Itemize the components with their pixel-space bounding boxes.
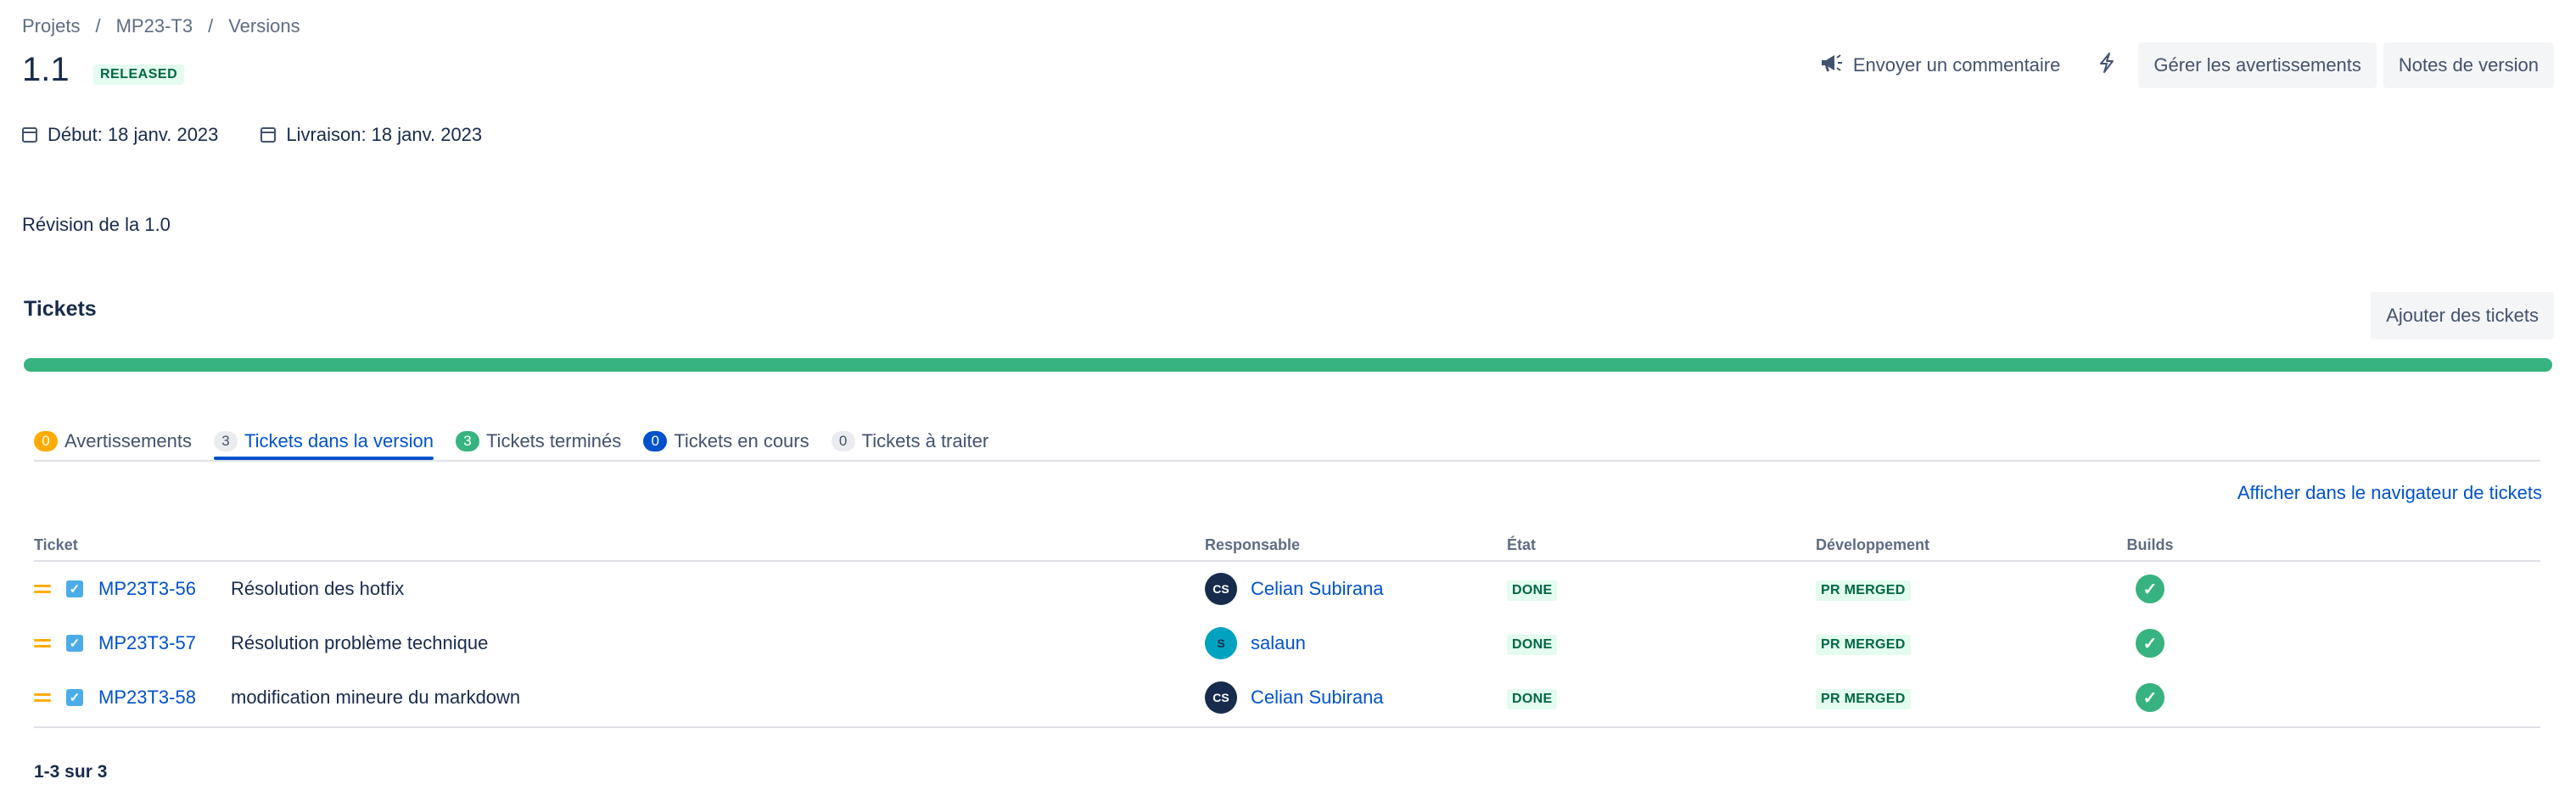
release-notes-button[interactable]: Notes de version <box>2383 42 2554 88</box>
task-type-icon: ✓ <box>66 635 83 652</box>
tab-label: Tickets à traiter <box>861 430 989 451</box>
breadcrumb: Projets / MP23-T3 / Versions <box>22 15 300 37</box>
breadcrumb-projects[interactable]: Projets <box>22 15 80 37</box>
release-date-label: Livraison: 18 janv. 2023 <box>286 124 483 145</box>
tab-count: 0 <box>831 431 855 451</box>
build-success-icon[interactable]: ✓ <box>2136 683 2164 712</box>
megaphone-icon <box>1819 53 1843 79</box>
development-badge[interactable]: PR MERGED <box>1816 635 1911 655</box>
column-header-state[interactable]: État <box>1507 536 1816 554</box>
manage-warnings-button[interactable]: Gérer les avertissements <box>2138 42 2377 88</box>
progress-bar <box>24 358 2552 372</box>
state-badge: DONE <box>1507 689 1558 709</box>
tab-label: Avertissements <box>64 430 192 451</box>
calendar-icon <box>22 127 37 143</box>
state-badge: DONE <box>1507 580 1558 601</box>
avatar: CS <box>1205 573 1237 605</box>
tab-label: Tickets en cours <box>674 430 809 451</box>
tab-count: 0 <box>34 431 58 451</box>
task-type-icon: ✓ <box>66 689 83 706</box>
tab-count: 3 <box>455 431 479 451</box>
priority-medium-icon <box>34 637 51 649</box>
pagination-summary: 1-3 sur 3 <box>34 762 108 782</box>
release-hub-button[interactable] <box>2082 42 2131 88</box>
version-description: Révision de la 1.0 <box>22 214 171 235</box>
tab-done-tickets[interactable]: 3 Tickets terminés <box>455 424 622 458</box>
ticket-key[interactable]: MP23T3-58 <box>98 687 231 709</box>
build-success-icon[interactable]: ✓ <box>2136 575 2164 603</box>
issue-navigator-link[interactable]: Afficher dans le navigateur de tickets <box>2237 482 2542 504</box>
development-badge[interactable]: PR MERGED <box>1816 689 1911 709</box>
ticket-summary: Résolution problème technique <box>231 632 489 653</box>
tab-count: 3 <box>213 431 238 451</box>
priority-medium-icon <box>34 583 51 595</box>
table-row: ✓ MP23T3-57 Résolution problème techniqu… <box>34 616 2540 670</box>
breadcrumb-project[interactable]: MP23-T3 <box>116 15 193 37</box>
ticket-summary: Résolution des hotfix <box>231 578 405 599</box>
tab-in-progress-tickets[interactable]: 0 Tickets en cours <box>643 424 809 458</box>
assignee-name[interactable]: Celian Subirana <box>1251 687 1384 709</box>
table-row: ✓ MP23T3-58 modification mineure du mark… <box>34 670 2540 725</box>
tickets-heading: Tickets <box>24 297 97 321</box>
add-tickets-button[interactable]: Ajouter des tickets <box>2371 292 2554 339</box>
tab-warnings[interactable]: 0 Avertissements <box>34 424 192 458</box>
build-success-icon[interactable]: ✓ <box>2136 629 2164 658</box>
avatar: S <box>1205 627 1237 659</box>
calendar-icon <box>260 127 277 143</box>
tab-label: Tickets terminés <box>485 430 622 451</box>
breadcrumb-versions[interactable]: Versions <box>228 15 300 37</box>
tab-tickets-in-version[interactable]: 3 Tickets dans la version <box>213 424 434 460</box>
release-date: Livraison: 18 janv. 2023 <box>260 124 482 146</box>
development-badge[interactable]: PR MERGED <box>1816 580 1911 601</box>
task-type-icon: ✓ <box>66 580 83 597</box>
tickets-table: Ticket Responsable État Développement Bu… <box>34 530 2540 725</box>
column-header-ticket[interactable]: Ticket <box>34 536 1205 554</box>
column-header-development[interactable]: Développement <box>1816 536 2125 554</box>
state-badge: DONE <box>1507 635 1558 655</box>
status-badge: RELEASED <box>93 64 185 85</box>
avatar: CS <box>1205 681 1237 714</box>
header-actions: Envoyer un commentaire Gérer les avertis… <box>1804 42 2554 88</box>
assignee-name[interactable]: Celian Subirana <box>1251 578 1384 600</box>
assignee-name[interactable]: salaun <box>1251 632 1306 654</box>
tab-count: 0 <box>643 431 668 451</box>
ticket-key[interactable]: MP23T3-56 <box>98 578 231 600</box>
table-header: Ticket Responsable État Développement Bu… <box>34 530 2540 562</box>
breadcrumb-separator: / <box>208 15 214 36</box>
breadcrumb-separator: / <box>95 15 101 36</box>
table-divider <box>34 726 2540 728</box>
page-title: 1.1 <box>22 51 70 88</box>
table-row: ✓ MP23T3-56 Résolution des hotfix CS Cel… <box>34 562 2540 616</box>
bolt-icon <box>2097 52 2116 79</box>
start-date-label: Début: 18 janv. 2023 <box>48 124 219 145</box>
ticket-key[interactable]: MP23T3-57 <box>98 632 231 654</box>
feedback-label: Envoyer un commentaire <box>1852 54 2061 76</box>
feedback-button[interactable]: Envoyer un commentaire <box>1804 42 2076 88</box>
priority-medium-icon <box>34 692 51 704</box>
version-dates: Début: 18 janv. 2023 Livraison: 18 janv.… <box>22 124 482 146</box>
column-header-assignee[interactable]: Responsable <box>1205 536 1507 554</box>
start-date: Début: 18 janv. 2023 <box>22 124 218 146</box>
tab-label: Tickets dans la version <box>244 430 434 451</box>
tab-todo-tickets[interactable]: 0 Tickets à traiter <box>831 424 989 458</box>
ticket-tabs: 0 Avertissements 3 Tickets dans la versi… <box>34 424 2540 462</box>
column-header-builds[interactable]: Builds <box>2125 536 2176 554</box>
ticket-summary: modification mineure du markdown <box>231 687 521 708</box>
